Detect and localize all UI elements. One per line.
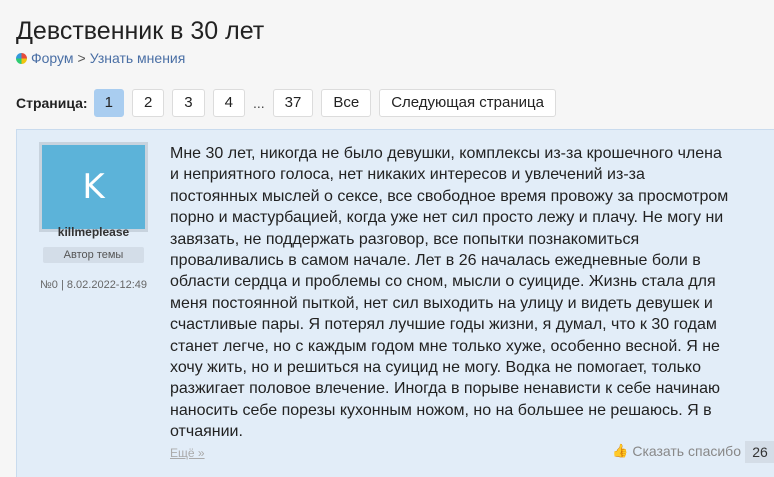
pagination-label: Страница: bbox=[16, 95, 88, 111]
post-text-line: области сердца и проблемы со сном, мысли… bbox=[170, 273, 716, 291]
author-name[interactable]: killmeplease bbox=[17, 225, 170, 239]
breadcrumb-section-link[interactable]: Узнать мнения bbox=[90, 49, 186, 67]
thanks-count: 26 bbox=[745, 441, 774, 463]
post-text-line: меня постоянной пыткой, нет сил выходить… bbox=[170, 294, 713, 312]
breadcrumb-forum-link[interactable]: Форум bbox=[31, 49, 74, 67]
post-text-line: завязать, не поддержать разговор, все по… bbox=[170, 230, 640, 248]
thanks-label: Сказать спасибо bbox=[632, 443, 741, 459]
page-2-button[interactable]: 2 bbox=[131, 89, 165, 117]
post-author: K killmeplease Автор темы №0 | 8.02.2022… bbox=[17, 130, 170, 477]
thanks-button[interactable]: 👍 Сказать спасибо bbox=[612, 443, 741, 459]
post-meta: №0 | 8.02.2022-12:49 bbox=[39, 279, 147, 291]
author-badge: Автор темы bbox=[43, 247, 144, 263]
post-text-line: отчаянии. bbox=[170, 423, 243, 441]
post-text-line: Мне 30 лет, никогда не было девушки, ком… bbox=[170, 145, 722, 162]
forum-icon bbox=[16, 52, 27, 64]
pagination-ellipsis: ... bbox=[252, 95, 265, 111]
thumbs-up-icon: 👍 bbox=[612, 443, 629, 458]
post-text-line: наносить себе порезы кухонным ножом, но … bbox=[170, 401, 712, 419]
post-text-line: порно и мастурбацией, когда уже нет сил … bbox=[170, 209, 724, 227]
page-4-button[interactable]: 4 bbox=[212, 89, 245, 117]
page-1-button[interactable]: 1 bbox=[93, 89, 124, 117]
page-last-button[interactable]: 37 bbox=[272, 89, 314, 117]
page-3-button[interactable]: 3 bbox=[172, 89, 205, 117]
next-page-button[interactable]: Следующая страница bbox=[379, 89, 556, 117]
pagination: Страница: 1 2 3 4 ... 37 Все Следующая с… bbox=[16, 89, 564, 117]
post-text-line: постоянных мыслей о сексе, все свободное… bbox=[170, 187, 729, 205]
post-text: Мне 30 лет, никогда не было девушки, ком… bbox=[170, 143, 748, 443]
post-text-line: и неприятного голоса, нет никаких интере… bbox=[170, 166, 645, 184]
post-text-line: проваливались в самом начале. Лет в 26 н… bbox=[170, 252, 701, 270]
post: K killmeplease Автор темы №0 | 8.02.2022… bbox=[16, 129, 774, 477]
post-text-line: станет легче, но с каждым годом мне толь… bbox=[170, 337, 720, 355]
page-title: Девственник в 30 лет bbox=[16, 17, 265, 45]
breadcrumb-separator: > bbox=[77, 50, 86, 66]
post-text-line: счастливые пары. Я потерял лучшие годы ж… bbox=[170, 316, 717, 334]
more-link[interactable]: Ещё » bbox=[170, 446, 205, 460]
all-pages-button[interactable]: Все bbox=[321, 89, 372, 117]
post-text-line: разжигает половое влечение. Иногда в пор… bbox=[170, 380, 721, 398]
avatar[interactable]: K bbox=[39, 142, 148, 232]
post-body: Мне 30 лет, никогда не было девушки, ком… bbox=[170, 130, 774, 477]
breadcrumb: Форум > Узнать мнения bbox=[16, 49, 185, 67]
post-text-line: хочу жить, но и решиться на суицид не мо… bbox=[170, 359, 701, 377]
